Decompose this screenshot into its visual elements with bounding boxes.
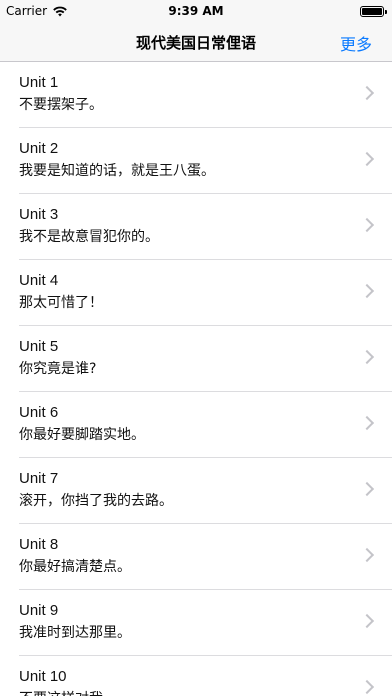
- unit-title: Unit 2: [19, 140, 59, 157]
- status-time: 9:39 AM: [168, 4, 224, 18]
- chevron-right-icon: [359, 613, 375, 629]
- chevron-right-icon: [359, 415, 375, 431]
- unit-subtitle: 不要摆架子。: [19, 97, 103, 113]
- chevron-right-icon: [359, 283, 375, 299]
- unit-subtitle: 你最好要脚踏实地。: [19, 427, 145, 443]
- unit-title: Unit 5: [19, 338, 59, 355]
- list-item[interactable]: Unit 4 那太可惜了！: [0, 260, 392, 326]
- unit-subtitle: 我不是故意冒犯你的。: [19, 229, 159, 245]
- unit-title: Unit 4: [19, 272, 59, 289]
- unit-title: Unit 6: [19, 404, 59, 421]
- more-button[interactable]: 更多: [340, 31, 372, 55]
- unit-title: Unit 8: [19, 536, 59, 553]
- unit-subtitle: 滚开，你挡了我的去路。: [19, 493, 173, 509]
- list-item[interactable]: Unit 3 我不是故意冒犯你的。: [0, 194, 392, 260]
- unit-list[interactable]: Unit 1 不要摆架子。 Unit 2 我要是知道的话，就是王八蛋。 Unit 3 我不…: [0, 62, 392, 696]
- navigation-bar: 现代美国日常俚语 更多: [0, 22, 392, 62]
- unit-subtitle: 你究竟是谁?: [19, 361, 97, 377]
- chevron-right-icon: [359, 679, 375, 695]
- chevron-right-icon: [359, 349, 375, 365]
- unit-subtitle: 我要是知道的话，就是王八蛋。: [19, 163, 215, 179]
- battery-icon: [360, 6, 387, 17]
- unit-subtitle: 不要这样对我: [19, 688, 103, 696]
- unit-title: Unit 7: [19, 470, 59, 487]
- list-item[interactable]: Unit 8 你最好搞清楚点。: [0, 524, 392, 590]
- chevron-right-icon: [359, 547, 375, 563]
- unit-title: Unit 10: [19, 668, 67, 685]
- chevron-right-icon: [359, 151, 375, 167]
- unit-title: Unit 9: [19, 602, 59, 619]
- list-item[interactable]: Unit 7 滚开，你挡了我的去路。: [0, 458, 392, 524]
- list-item[interactable]: Unit 2 我要是知道的话，就是王八蛋。: [0, 128, 392, 194]
- unit-subtitle: 你最好搞清楚点。: [19, 559, 131, 575]
- unit-subtitle: 我准时到达那里。: [19, 625, 131, 641]
- list-item[interactable]: Unit 1 不要摆架子。: [0, 62, 392, 128]
- list-item[interactable]: Unit 9 我准时到达那里。: [0, 590, 392, 656]
- unit-title: Unit 3: [19, 206, 59, 223]
- chevron-right-icon: [359, 217, 375, 233]
- battery-fill: [362, 8, 382, 15]
- chevron-right-icon: [359, 85, 375, 101]
- list-item[interactable]: Unit 6 你最好要脚踏实地。: [0, 392, 392, 458]
- list-item[interactable]: Unit 10 不要这样对我: [0, 656, 392, 696]
- list-item[interactable]: Unit 5 你究竟是谁?: [0, 326, 392, 392]
- unit-title: Unit 1: [19, 74, 59, 91]
- page-title: 现代美国日常俚语: [135, 34, 256, 52]
- chevron-right-icon: [359, 481, 375, 497]
- status-bar: Carrier 9:39 AM: [0, 0, 392, 22]
- unit-subtitle: 那太可惜了！: [19, 295, 103, 311]
